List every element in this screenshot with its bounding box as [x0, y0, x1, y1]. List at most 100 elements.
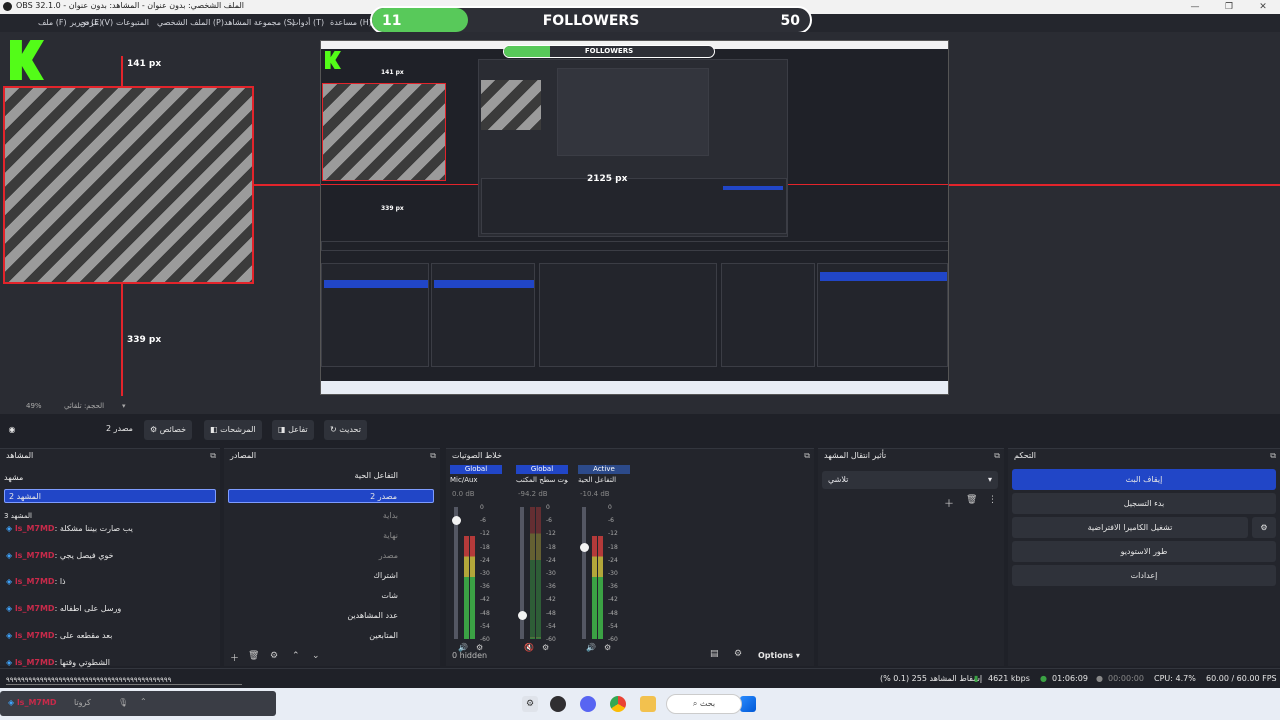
transition-add-icon[interactable]: ＋	[944, 495, 954, 510]
studio-mode-button[interactable]: طور الاستوديو	[1012, 541, 1276, 562]
transition-select[interactable]: تلاشي ▾	[822, 471, 998, 489]
mixer-tick-label: -60	[608, 636, 618, 643]
mixer-fader-track[interactable]	[582, 507, 586, 639]
mixer-level-meter	[592, 536, 597, 639]
settings-app-icon[interactable]: ⚙	[522, 696, 538, 712]
zoom-dropdown-icon[interactable]: ▾	[122, 402, 126, 410]
start-recording-button[interactable]: بدء التسجيل	[1012, 493, 1276, 514]
source-add-icon[interactable]: ＋	[230, 651, 239, 664]
nested-follower-bar: FOLLOWERS	[503, 45, 715, 58]
zoom-label: الحجم: تلقائي	[64, 402, 105, 410]
mixer-fader-knob[interactable]	[580, 542, 589, 552]
mixer-fader-knob[interactable]	[452, 516, 461, 526]
menu-view[interactable]: عرض (V)	[80, 18, 113, 27]
source-settings-icon[interactable]: ⚙	[270, 651, 278, 661]
source-item-selected[interactable]: مصدر 2	[228, 489, 434, 503]
move-up-icon[interactable]: ⌃	[292, 651, 300, 661]
preview-toggle-icon[interactable]: ◉	[4, 420, 20, 440]
transition-menu-icon[interactable]: ⋮	[988, 495, 997, 505]
menu-help[interactable]: مساعدة (H)	[330, 18, 372, 27]
refresh-icon: ↻	[330, 425, 340, 434]
filter-icon: ◧	[210, 425, 221, 434]
mixer-channel-select[interactable]: Mic/Aux	[450, 476, 502, 488]
discord-app-icon[interactable]	[580, 696, 596, 712]
maximize-button[interactable]: ❐	[1212, 0, 1246, 14]
nested-controls	[817, 263, 948, 367]
nested-dim-bottom: 339 px	[381, 205, 404, 212]
mixer-tick-label: 0	[546, 504, 550, 511]
source-item[interactable]: التفاعل الحية	[228, 469, 434, 483]
source-item[interactable]: شات	[228, 589, 434, 603]
source-item[interactable]: نهاية	[228, 529, 434, 543]
preview-canvas[interactable]: 141 px 339 px FOLLOWERS 141 px 339 px 21…	[0, 32, 1280, 398]
dock-popout-icon[interactable]: ⧉	[210, 451, 216, 461]
microphone-icon[interactable]: 🎙	[118, 698, 128, 707]
refresh-button[interactable]: ↻ تحديث	[324, 420, 367, 440]
kick-logo	[10, 40, 44, 80]
chevron-down-icon: ▾	[987, 475, 992, 484]
chevron-up-icon[interactable]: ⌃	[140, 697, 147, 706]
sources-title: المصادر	[230, 451, 257, 460]
source-item[interactable]: المتابعين	[228, 629, 434, 643]
transition-delete-icon[interactable]: 🗑	[966, 495, 977, 505]
interact-button[interactable]: ◨ تفاعل	[272, 420, 314, 440]
virtual-camera-button[interactable]: تشغيل الكاميرا الافتراضية	[1012, 517, 1248, 538]
stop-stream-button[interactable]: إيقاف البث	[1012, 469, 1276, 490]
properties-button[interactable]: ⚙ خصائص	[144, 420, 193, 440]
chat-input[interactable]: ٩٩٩٩٩٩٩٩٩٩٩٩٩٩٩٩٩٩٩٩٩٩٩٩٩٩٩٩٩٩٩٩٩٩٩٩٩٩٩٩…	[6, 676, 242, 685]
dock-popout-icon[interactable]: ⧉	[1270, 451, 1276, 461]
speaker-muted-icon[interactable]: 🔇	[524, 643, 534, 652]
taskbar-search[interactable]: ⌕ بحث	[666, 694, 742, 714]
source-item[interactable]: بداية	[228, 509, 434, 523]
mixer-options-button[interactable]: Options ▾	[758, 651, 800, 660]
follower-goal-bar: 11 FOLLOWERS 50	[370, 6, 812, 34]
cpu-usage: CPU: 4.7%	[1154, 674, 1196, 683]
source-item[interactable]: اشتراك	[228, 569, 434, 583]
dock-popout-icon[interactable]: ⧉	[430, 451, 436, 461]
mixer-layout-icon[interactable]: ▤	[710, 649, 719, 659]
mixer-tick-label: -48	[546, 609, 556, 617]
mixer-channel-select[interactable]: التفاعل الحية	[578, 476, 630, 488]
mixer-channel-settings-icon: ⚙	[604, 643, 612, 652]
gear-icon: ⚙	[150, 425, 160, 434]
mixer-fader-knob[interactable]	[518, 611, 527, 621]
filters-button[interactable]: ◧ المرشحات	[204, 420, 262, 440]
minimize-button[interactable]: —	[1178, 0, 1212, 14]
preview-status-row: 49% الحجم: تلقائي ▾	[0, 398, 1280, 414]
mixer-settings-icon[interactable]: ⚙	[734, 649, 742, 659]
mixer-fader-track[interactable]	[454, 507, 458, 639]
scene-item-selected[interactable]: المشهد 2	[4, 489, 216, 503]
twitch-icon: ◈	[6, 577, 15, 586]
nested-sources	[431, 263, 535, 367]
nested-kick-logo	[325, 51, 341, 69]
dock-popout-icon[interactable]: ⧉	[994, 451, 1000, 461]
obs-app-icon[interactable]	[550, 696, 566, 712]
file-explorer-icon[interactable]	[640, 696, 656, 712]
mixer-tick-label: -54	[546, 622, 556, 630]
menu-plugins[interactable]: المتبوعات	[116, 18, 149, 27]
mixer-tick-label: -42	[546, 596, 556, 604]
source-item[interactable]: عدد المشاهدين	[228, 609, 434, 623]
dock-popout-icon[interactable]: ⧉	[804, 451, 810, 461]
windows-start-icon[interactable]	[740, 696, 756, 712]
move-down-icon[interactable]: ⌄	[312, 651, 320, 661]
scene-item[interactable]: المشهد 3	[4, 509, 216, 523]
chrome-app-icon[interactable]	[610, 696, 626, 712]
settings-button[interactable]: إعدادات	[1012, 565, 1276, 586]
close-button[interactable]: ✕	[1246, 0, 1280, 14]
scene-item[interactable]: مشهد	[4, 471, 216, 485]
nested-dim-top: 141 px	[381, 69, 404, 76]
mixer-title: خلاط الصوتيات	[452, 451, 502, 460]
source-delete-icon[interactable]: 🗑	[248, 651, 259, 661]
source-bounding-box[interactable]	[3, 86, 254, 284]
source-item[interactable]: مصدر	[228, 549, 434, 563]
mixer-channel-select[interactable]: صوت سطح المكتب	[516, 476, 568, 488]
menu-tools[interactable]: أدوات (T)	[291, 18, 324, 27]
menu-file[interactable]: ملف (F)	[38, 18, 67, 27]
virtual-camera-settings-icon[interactable]: ⚙	[1252, 517, 1276, 538]
menu-scene-collection[interactable]: مجموعة المشاهد (S)	[224, 18, 295, 27]
zoom-level[interactable]: 49%	[26, 402, 42, 410]
scenes-title: المشاهد	[6, 451, 34, 460]
mixer-tick-label: -42	[480, 596, 490, 604]
menu-profile[interactable]: الملف الشخصي (P)	[157, 18, 224, 27]
